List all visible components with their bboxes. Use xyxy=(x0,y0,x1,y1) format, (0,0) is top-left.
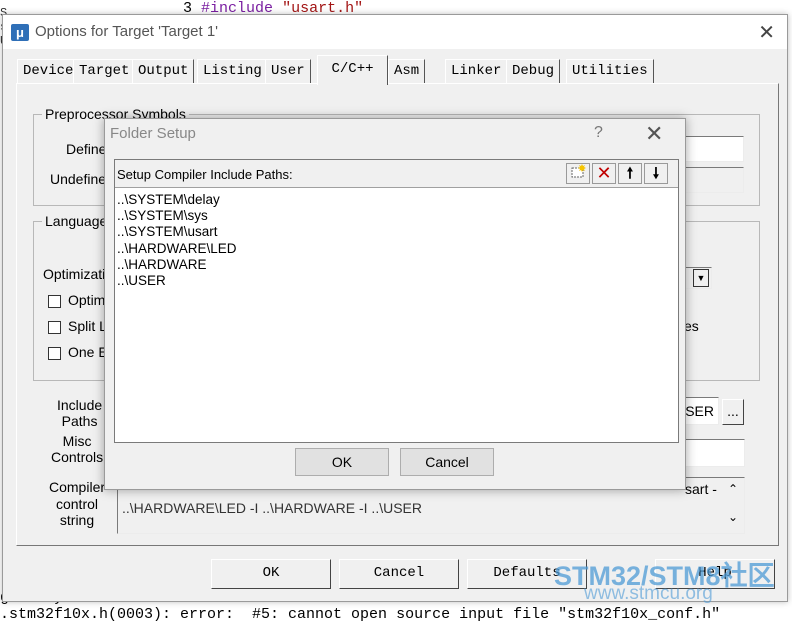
include-paths-header-label: Setup Compiler Include Paths: xyxy=(117,167,293,182)
tab-listing[interactable]: Listing xyxy=(197,59,268,83)
optimization-label: Optimizatio xyxy=(43,266,114,282)
language-option-fragment: es xyxy=(684,318,699,334)
one-elf-option-label: One E xyxy=(68,344,108,360)
compiler-control-right-fragment: sart - xyxy=(685,481,717,497)
list-item[interactable]: ..\HARDWARE xyxy=(117,257,237,273)
optimize-checkbox[interactable] xyxy=(48,295,61,308)
tab-cc[interactable]: C/C++ xyxy=(317,55,388,85)
close-icon[interactable]: ✕ xyxy=(645,121,663,147)
scroll-up-icon[interactable]: ⌃ xyxy=(728,482,738,496)
keil-app-icon: μ xyxy=(11,24,29,41)
compiler-control-label: Compiler control string xyxy=(49,479,106,528)
folder-ok-button[interactable]: OK xyxy=(295,448,389,476)
undefine-label: Undefine: xyxy=(50,171,110,187)
folder-setup-dialog: Folder Setup ? ✕ Setup Compiler Include … xyxy=(104,118,686,490)
folder-cancel-button[interactable]: Cancel xyxy=(400,448,494,476)
tab-output[interactable]: Output xyxy=(132,59,195,83)
include-paths-listbox: Setup Compiler Include Paths: ✕ 🠕 🠗 ..\S… xyxy=(114,159,679,443)
optimization-dropdown[interactable]: ▼ xyxy=(684,267,712,289)
tab-device[interactable]: Device xyxy=(17,59,80,83)
one-elf-checkbox[interactable] xyxy=(48,347,61,360)
list-item[interactable]: ..\SYSTEM\sys xyxy=(117,208,237,224)
misc-controls-label: Misc Controls xyxy=(51,433,104,465)
tab-utilities[interactable]: Utilities xyxy=(566,59,654,83)
tab-debug[interactable]: Debug xyxy=(506,59,561,83)
site-watermark-url: www.stmcu.org xyxy=(584,583,713,604)
list-item[interactable]: ..\SYSTEM\usart xyxy=(117,224,237,240)
tab-user[interactable]: User xyxy=(265,59,311,83)
delete-icon[interactable]: ✕ xyxy=(592,163,616,184)
options-ok-button[interactable]: OK xyxy=(211,559,331,589)
tab-target[interactable]: Target xyxy=(73,59,136,83)
scroll-down-icon[interactable]: ⌄ xyxy=(728,510,738,524)
folder-setup-titlebar: Folder Setup ? ✕ xyxy=(105,119,685,151)
options-titlebar: μ Options for Target 'Target 1' ✕ xyxy=(3,15,787,49)
new-folder-icon[interactable] xyxy=(566,163,590,184)
close-icon[interactable]: ✕ xyxy=(758,20,775,45)
include-paths-header: Setup Compiler Include Paths: ✕ 🠕 🠗 xyxy=(115,160,678,188)
language-group-title: Language xyxy=(42,213,111,229)
undefine-field[interactable] xyxy=(684,167,744,193)
list-item[interactable]: ..\HARDWARE\LED xyxy=(117,241,237,257)
include-paths-label: Include Paths xyxy=(57,397,103,429)
move-down-icon[interactable]: 🠗 xyxy=(644,163,668,184)
split-option-label: Split L xyxy=(68,318,107,334)
list-item[interactable]: ..\SYSTEM\delay xyxy=(117,192,237,208)
define-field[interactable] xyxy=(684,136,744,162)
new-folder-icon-graphic xyxy=(571,164,586,178)
tab-linker[interactable]: Linker xyxy=(445,59,508,83)
optimize-option-label: Optimi xyxy=(68,292,109,308)
list-item[interactable]: ..\USER xyxy=(117,273,237,289)
folder-setup-title: Folder Setup xyxy=(110,125,196,142)
include-paths-value: SER xyxy=(685,403,714,419)
compiler-control-value: ..\HARDWARE\LED -I ..\HARDWARE -I ..\USE… xyxy=(122,500,422,516)
build-output-line: .stm32f10x.h(0003): error: #5: cannot op… xyxy=(0,606,721,623)
split-checkbox[interactable] xyxy=(48,321,61,334)
browse-include-paths-button[interactable]: ... xyxy=(722,399,744,425)
options-window-title: Options for Target 'Target 1' xyxy=(35,23,219,40)
options-cancel-button[interactable]: Cancel xyxy=(339,559,459,589)
tab-asm[interactable]: Asm xyxy=(388,59,426,83)
chevron-down-icon[interactable]: ▼ xyxy=(693,269,709,287)
help-icon[interactable]: ? xyxy=(594,124,603,142)
move-up-icon[interactable]: 🠕 xyxy=(618,163,642,184)
include-paths-list: ..\SYSTEM\delay ..\SYSTEM\sys ..\SYSTEM\… xyxy=(117,192,237,289)
